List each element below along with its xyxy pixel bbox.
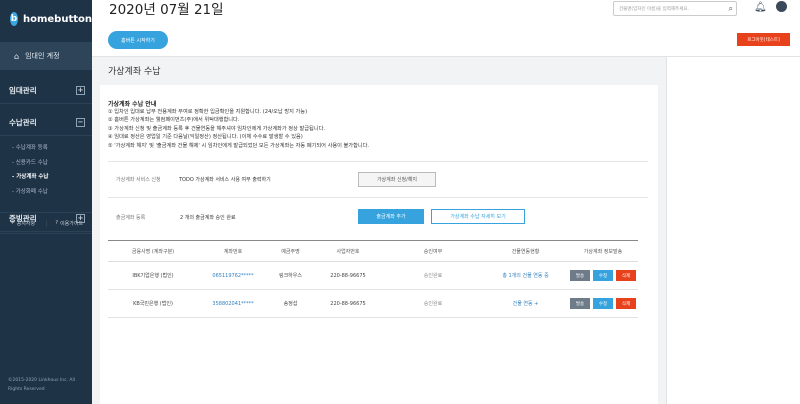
- withdraw-status-text: 2 개의 출금계좌 승인 완료: [180, 215, 236, 221]
- nav-section-label: 임대관리: [9, 86, 37, 95]
- withdraw-label: 출금계좌 등록: [116, 215, 146, 221]
- copyright-line-2: Rights Reserved: [8, 387, 45, 392]
- column-header: 건물연동현황: [511, 248, 540, 255]
- notice-link[interactable]: + 공지사항: [0, 219, 47, 227]
- virtual-account-detail-button[interactable]: 가상계좌 수납 자세히 보기: [431, 209, 525, 224]
- guide-line: ② 홈버튼 가상계좌는 웰컴페이먼츠(주)에서 위탁대행합니다.: [108, 117, 240, 124]
- search-icon[interactable]: ⌕: [729, 4, 733, 14]
- right-panel: [666, 57, 800, 404]
- account-switch[interactable]: ⌂ 임대인 계정: [0, 42, 92, 70]
- guide-link-label: 이용가이드: [60, 220, 84, 227]
- guide-line: ① 입차인 입대료 납부 전용계좌 부여로 정확한 입금확인을 지원합니다. (…: [108, 109, 308, 115]
- table-header: 금융사명 (계좌구분) 계좌번호 예금주명 사업자번호 승인여부 건물연동현황 …: [108, 240, 638, 262]
- delete-button[interactable]: 삭제: [616, 270, 636, 281]
- logout-button[interactable]: 로그아웃[테스트]: [737, 33, 790, 46]
- page-title: 2020년 07월 21일: [109, 2, 224, 18]
- service-label: 가상계좌 서비스 신청: [116, 177, 161, 183]
- section-title: 가상계좌 수납: [108, 67, 161, 77]
- start-button[interactable]: 홈버튼 시작하기: [108, 31, 168, 49]
- edit-button[interactable]: 수정: [593, 270, 613, 281]
- business-number: 220-88-96675: [330, 300, 366, 307]
- account-number-link[interactable]: 065119762*****: [198, 273, 268, 279]
- plus-icon: +: [10, 220, 15, 226]
- column-header: 가상계좌 정보발송: [583, 248, 623, 255]
- account-holder: 링크하우스: [278, 273, 302, 279]
- send-actions: 발송 수정 삭제: [568, 270, 638, 281]
- nav-section-payment[interactable]: 수납관리 −: [0, 110, 92, 136]
- column-header: 계좌번호: [223, 248, 243, 255]
- send-actions: 발송 수정 삭제: [568, 298, 638, 309]
- homebutton-logo-icon: b: [10, 12, 18, 26]
- building-link-status[interactable]: 총 1개의 건물 연동 중: [483, 272, 568, 279]
- notice-link-label: 공지사항: [16, 220, 36, 227]
- account-number-link[interactable]: 358802041*****: [198, 301, 268, 307]
- virtual-account-apply-button[interactable]: 가상계좌 신청/해지: [358, 172, 436, 187]
- send-button[interactable]: 발송: [570, 270, 590, 281]
- logo[interactable]: b homebutton: [0, 0, 92, 38]
- nav-section-rental[interactable]: 임대관리 +: [0, 78, 92, 104]
- content-panel: 가상계좌 수납 안내 ① 입차인 입대료 납부 전용계좌 부여로 정확한 입금확…: [100, 85, 658, 404]
- copyright: ©2015-2020 Linkhous Inc. All Rights Rese…: [8, 376, 75, 394]
- sidebar: b homebutton ⌂ 임대인 계정 임대관리 + 수납관리 − - 수납…: [0, 0, 92, 404]
- expand-icon[interactable]: +: [76, 86, 85, 95]
- bell-icon[interactable]: 🔔︎: [754, 2, 767, 13]
- guide-line: ③ 가상계좌 신청 및 출금계좌 등록 후 건물연동을 해주셔야 임차인에게 가…: [108, 125, 325, 132]
- copyright-line-1: ©2015-2020 Linkhous Inc. All: [8, 378, 75, 383]
- send-button[interactable]: 발송: [570, 298, 590, 309]
- column-header: 승인여부: [423, 248, 443, 255]
- column-header: 금융사명 (계좌구분): [131, 248, 175, 255]
- bank-name: IBK기업은행 (법인): [132, 273, 174, 279]
- help-icon: ?: [55, 220, 59, 226]
- sidebar-links: + 공지사항 ? 이용가이드: [0, 212, 92, 234]
- column-header: 예금주명: [281, 248, 300, 255]
- divider: [108, 197, 648, 198]
- approval-status: 승인완료: [423, 273, 443, 279]
- account-holder: 송정섭: [283, 301, 298, 307]
- sidebar-item-virtual-account[interactable]: - 가상계좌 수납: [0, 169, 92, 184]
- add-withdraw-account-button[interactable]: 출금계좌 추가: [358, 209, 424, 224]
- section-header: 가상계좌 수납: [100, 57, 666, 85]
- guide-line: ⑤ '가상계좌 해지' 및 '출금계좌 건물 해제' 시 임차인에게 발급되었던…: [108, 142, 370, 149]
- home-icon: ⌂: [14, 51, 20, 61]
- table-row: IBK기업은행 (법인) 065119762***** 링크하우스 220-88…: [108, 262, 638, 290]
- guide-line: ④ 임대료 정산은 영업일 기준 다음날(익일정산) 정산됩니다. (이체 수수…: [108, 134, 303, 141]
- divider: [108, 161, 648, 162]
- search-input[interactable]: 건물명(임차인 이름)을 입력해주세요. ⌕: [613, 1, 737, 16]
- collapse-icon[interactable]: −: [76, 118, 85, 127]
- sidebar-item-card-payment[interactable]: - 신용카드 수납: [0, 155, 92, 170]
- account-table: 금융사명 (계좌구분) 계좌번호 예금주명 사업자번호 승인여부 건물연동현황 …: [108, 240, 638, 318]
- account-label: 임대인 계정: [25, 52, 60, 60]
- guide-lines: ① 입차인 입대료 납부 전용계좌 부여로 정확한 입금확인을 지원합니다. (…: [108, 108, 369, 150]
- logo-text: homebutton: [22, 13, 92, 25]
- sidebar-item-account-register[interactable]: - 수납계좌 등록: [0, 140, 92, 155]
- edit-button[interactable]: 수정: [593, 298, 613, 309]
- guide-link[interactable]: ? 이용가이드: [47, 220, 93, 227]
- bank-name: KB국민은행 (법인): [133, 301, 173, 307]
- guide-title: 가상계좌 수납 안내: [108, 101, 157, 108]
- service-status-text: TODO 가상계좌 서비스 사용 여부 출력하기: [179, 177, 271, 183]
- delete-button[interactable]: 삭제: [616, 298, 636, 309]
- nav-section-label: 수납관리: [9, 118, 37, 127]
- building-link-button[interactable]: 건물 연동 +: [483, 300, 568, 307]
- approval-status: 승인완료: [423, 301, 443, 307]
- top-bar: 2020년 07월 21일 건물명(임차인 이름)을 입력해주세요. ⌕ 🔔︎: [92, 0, 800, 22]
- main-content: 가상계좌 수납 가상계좌 수납 안내 ① 입차인 입대료 납부 전용계좌 부여로…: [92, 57, 666, 404]
- sidebar-item-crypto-payment[interactable]: - 가상화폐 수납: [0, 184, 92, 199]
- payment-sub-menu: - 수납계좌 등록 - 신용카드 수납 - 가상계좌 수납 - 가상화폐 수납: [0, 136, 92, 202]
- table-row: KB국민은행 (법인) 358802041***** 송정섭 220-88-96…: [108, 290, 638, 318]
- action-bar: 홈버튼 시작하기 로그아웃[테스트]: [92, 22, 800, 57]
- business-number: 220-88-96675: [330, 272, 366, 279]
- column-header: 사업자번호: [336, 248, 360, 255]
- user-avatar-icon[interactable]: [776, 1, 787, 12]
- search-placeholder: 건물명(임차인 이름)을 입력해주세요.: [619, 6, 689, 12]
